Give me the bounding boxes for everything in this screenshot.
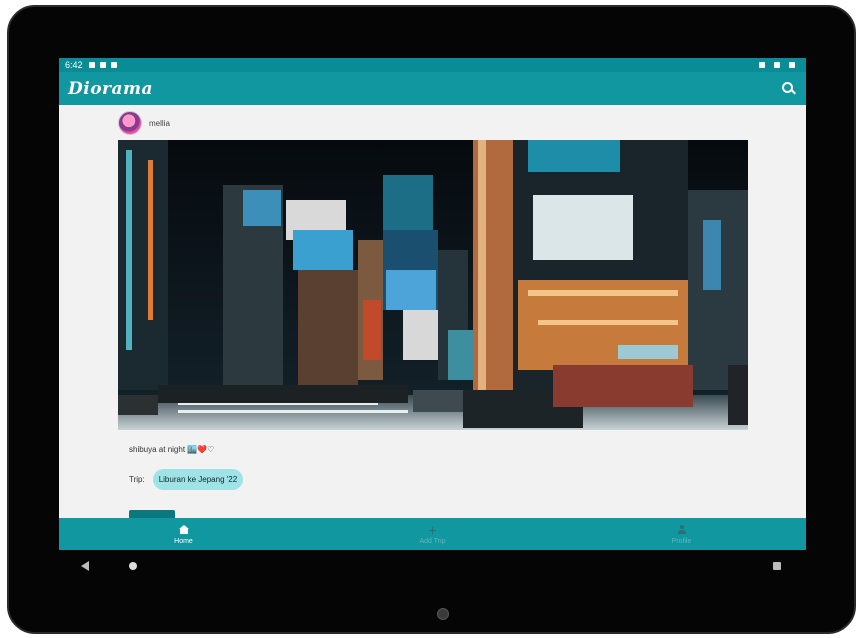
home-circle-icon[interactable] — [129, 562, 137, 570]
person-icon — [677, 524, 687, 535]
trip-chip[interactable]: Liburan ke Jepang '22 — [152, 469, 244, 490]
signal-icon — [774, 62, 780, 68]
battery-icon — [789, 62, 795, 68]
post-caption: shibuya at night 🏙️❤️♡ — [129, 445, 215, 454]
status-right — [759, 62, 800, 68]
sync-icon — [99, 62, 106, 68]
recent-apps-icon[interactable] — [773, 562, 781, 570]
camera-dot — [437, 608, 449, 620]
nav-add-trip[interactable]: + Add Trip — [308, 518, 557, 550]
status-time: 6:42 — [65, 60, 83, 70]
nav-add-trip-label: Add Trip — [419, 537, 446, 545]
plus-icon: + — [428, 521, 437, 538]
feed-content: mellia shibuya at night 🏙️❤️♡ Trip: Libu… — [59, 105, 806, 518]
post-photo[interactable] — [118, 140, 748, 430]
trip-row: Trip: Liburan ke Jepang '22 — [129, 469, 244, 490]
wifi-icon — [759, 62, 765, 68]
system-navigation-bar — [59, 550, 806, 582]
status-bar: 6:42 — [59, 58, 806, 72]
home-icon — [178, 525, 189, 534]
bottom-navigation: Home + Add Trip Profile — [59, 518, 806, 550]
post-header: mellia — [118, 111, 170, 135]
trip-label: Trip: — [129, 475, 145, 484]
nav-home[interactable]: Home — [59, 518, 308, 550]
sd-card-icon — [110, 62, 117, 68]
app-title: Diorama — [68, 78, 154, 99]
city-night-photo — [118, 140, 748, 430]
notification-icon — [88, 62, 95, 68]
nav-profile-label: Profile — [671, 537, 692, 545]
back-icon[interactable] — [81, 561, 89, 571]
post-action-button[interactable] — [129, 510, 175, 518]
post-username[interactable]: mellia — [149, 119, 170, 128]
avatar[interactable] — [118, 111, 142, 135]
nav-home-label: Home — [174, 537, 193, 545]
search-icon[interactable] — [781, 81, 797, 97]
nav-profile[interactable]: Profile — [557, 518, 806, 550]
app-bar: Diorama — [59, 72, 806, 105]
app-screen: 6:42 Diorama mellia shibuya at night 🏙️❤… — [59, 58, 806, 550]
